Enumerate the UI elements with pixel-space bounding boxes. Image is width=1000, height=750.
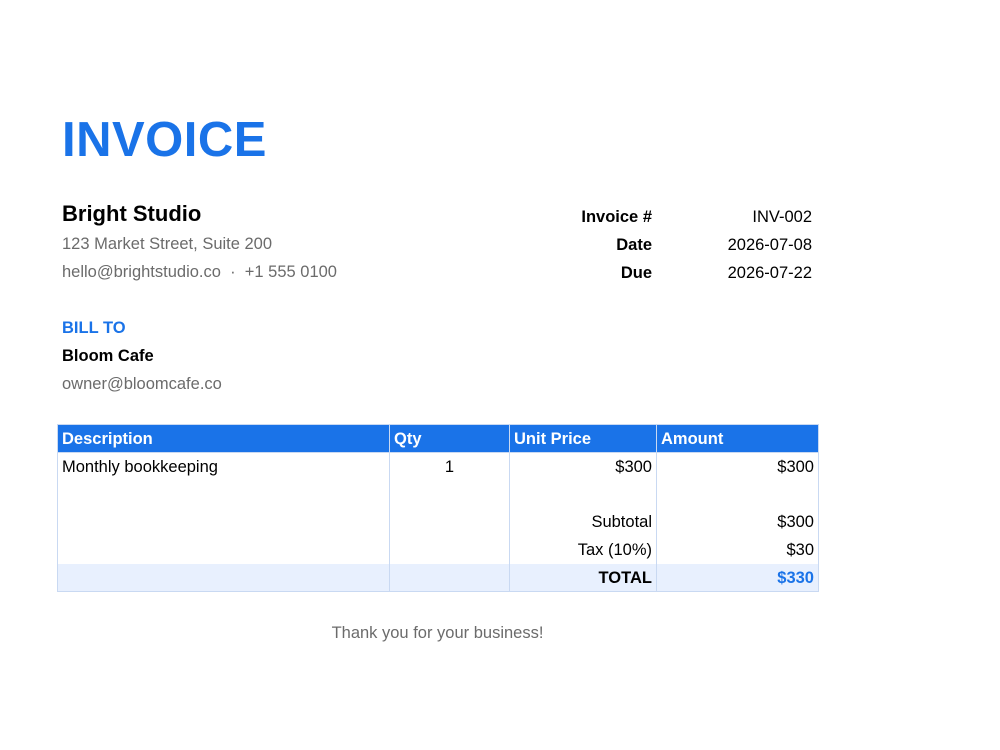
invoice-due-value: 2026-07-22 (727, 264, 812, 282)
tax-row: Tax (10%) $30 (57, 536, 819, 564)
invoice-due-label: Due (620, 264, 652, 282)
tax-value: $30 (656, 536, 819, 564)
table-row: Monthly bookkeeping 1 $300 $300 (57, 452, 819, 481)
invoice-number-label: Invoice # (581, 208, 652, 226)
total-row: TOTAL $330 (57, 564, 819, 592)
subtotal-value: $300 (656, 508, 819, 536)
total-value: $330 (656, 564, 819, 592)
subtotal-row: Subtotal $300 (57, 508, 819, 536)
total-label: TOTAL (509, 564, 657, 592)
invoice-date-label: Date (616, 236, 652, 254)
header-unit-price: Unit Price (509, 424, 657, 453)
invoice-number-value: INV-002 (752, 208, 812, 226)
client-email: owner@bloomcafe.co (62, 375, 222, 393)
table-header-row: Description Qty Unit Price Amount (57, 424, 819, 453)
company-address: 123 Market Street, Suite 200 (62, 235, 273, 253)
company-name: Bright Studio (62, 201, 202, 226)
company-contact: hello@brightstudio.co · +1 555 0100 (62, 263, 337, 281)
header-qty: Qty (389, 424, 510, 453)
client-name: Bloom Cafe (62, 347, 154, 365)
invoice-title: INVOICE (62, 113, 267, 167)
item-unit-price: $300 (509, 452, 657, 481)
tax-label: Tax (10%) (509, 536, 657, 564)
bill-to-heading: BILL TO (62, 319, 126, 337)
invoice-due-row: Due 2026-07-22 (520, 262, 812, 284)
item-qty: 1 (389, 452, 510, 481)
item-description: Monthly bookkeeping (57, 452, 390, 481)
table-spacer-row (57, 481, 819, 508)
subtotal-label: Subtotal (509, 508, 657, 536)
invoice-date-value: 2026-07-08 (727, 236, 812, 254)
invoice-date-row: Date 2026-07-08 (520, 234, 812, 256)
item-amount: $300 (656, 452, 819, 481)
header-description: Description (57, 424, 390, 453)
header-amount: Amount (656, 424, 819, 453)
line-items-table: Description Qty Unit Price Amount Monthl… (57, 424, 819, 592)
invoice-number-row: Invoice # INV-002 (520, 206, 812, 228)
thank-you-note: Thank you for your business! (331, 624, 544, 642)
